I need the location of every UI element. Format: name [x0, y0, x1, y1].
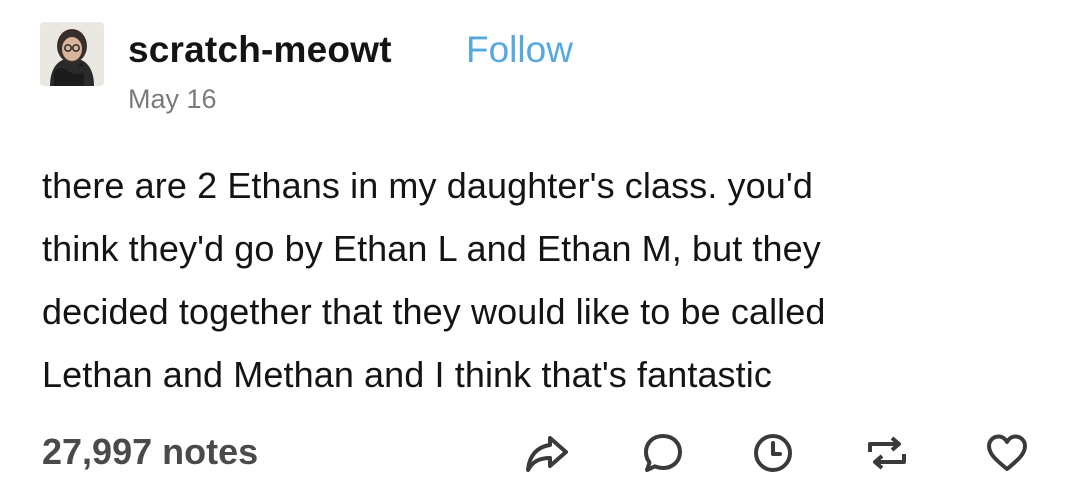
- speech-bubble-icon: [644, 434, 682, 472]
- heart-icon: [987, 434, 1027, 471]
- reply-button[interactable]: [640, 430, 686, 476]
- reblog-button[interactable]: [864, 430, 910, 476]
- avatar[interactable]: [40, 22, 104, 86]
- post-body-line: Lethan and Methan and I think that's fan…: [42, 354, 772, 395]
- share-button[interactable]: [524, 430, 570, 476]
- post-date: May 16: [128, 84, 217, 114]
- notes-count[interactable]: 27,997 notes: [42, 432, 258, 472]
- queue-button[interactable]: [750, 430, 796, 476]
- post-body-line: there are 2 Ethans in my daughter's clas…: [42, 165, 813, 206]
- clock-icon: [754, 434, 792, 472]
- like-button[interactable]: [984, 430, 1030, 476]
- user-avatar-icon: [40, 22, 104, 86]
- post-body-line: think they'd go by Ethan L and Ethan M, …: [42, 228, 821, 269]
- username-link[interactable]: scratch-meowt: [128, 30, 392, 70]
- post-body: there are 2 Ethans in my daughter's clas…: [42, 154, 1042, 406]
- share-arrow-icon: [526, 436, 568, 472]
- post-body-line: decided together that they would like to…: [42, 291, 826, 332]
- reblog-icon: [868, 436, 906, 470]
- follow-button[interactable]: Follow: [466, 30, 573, 70]
